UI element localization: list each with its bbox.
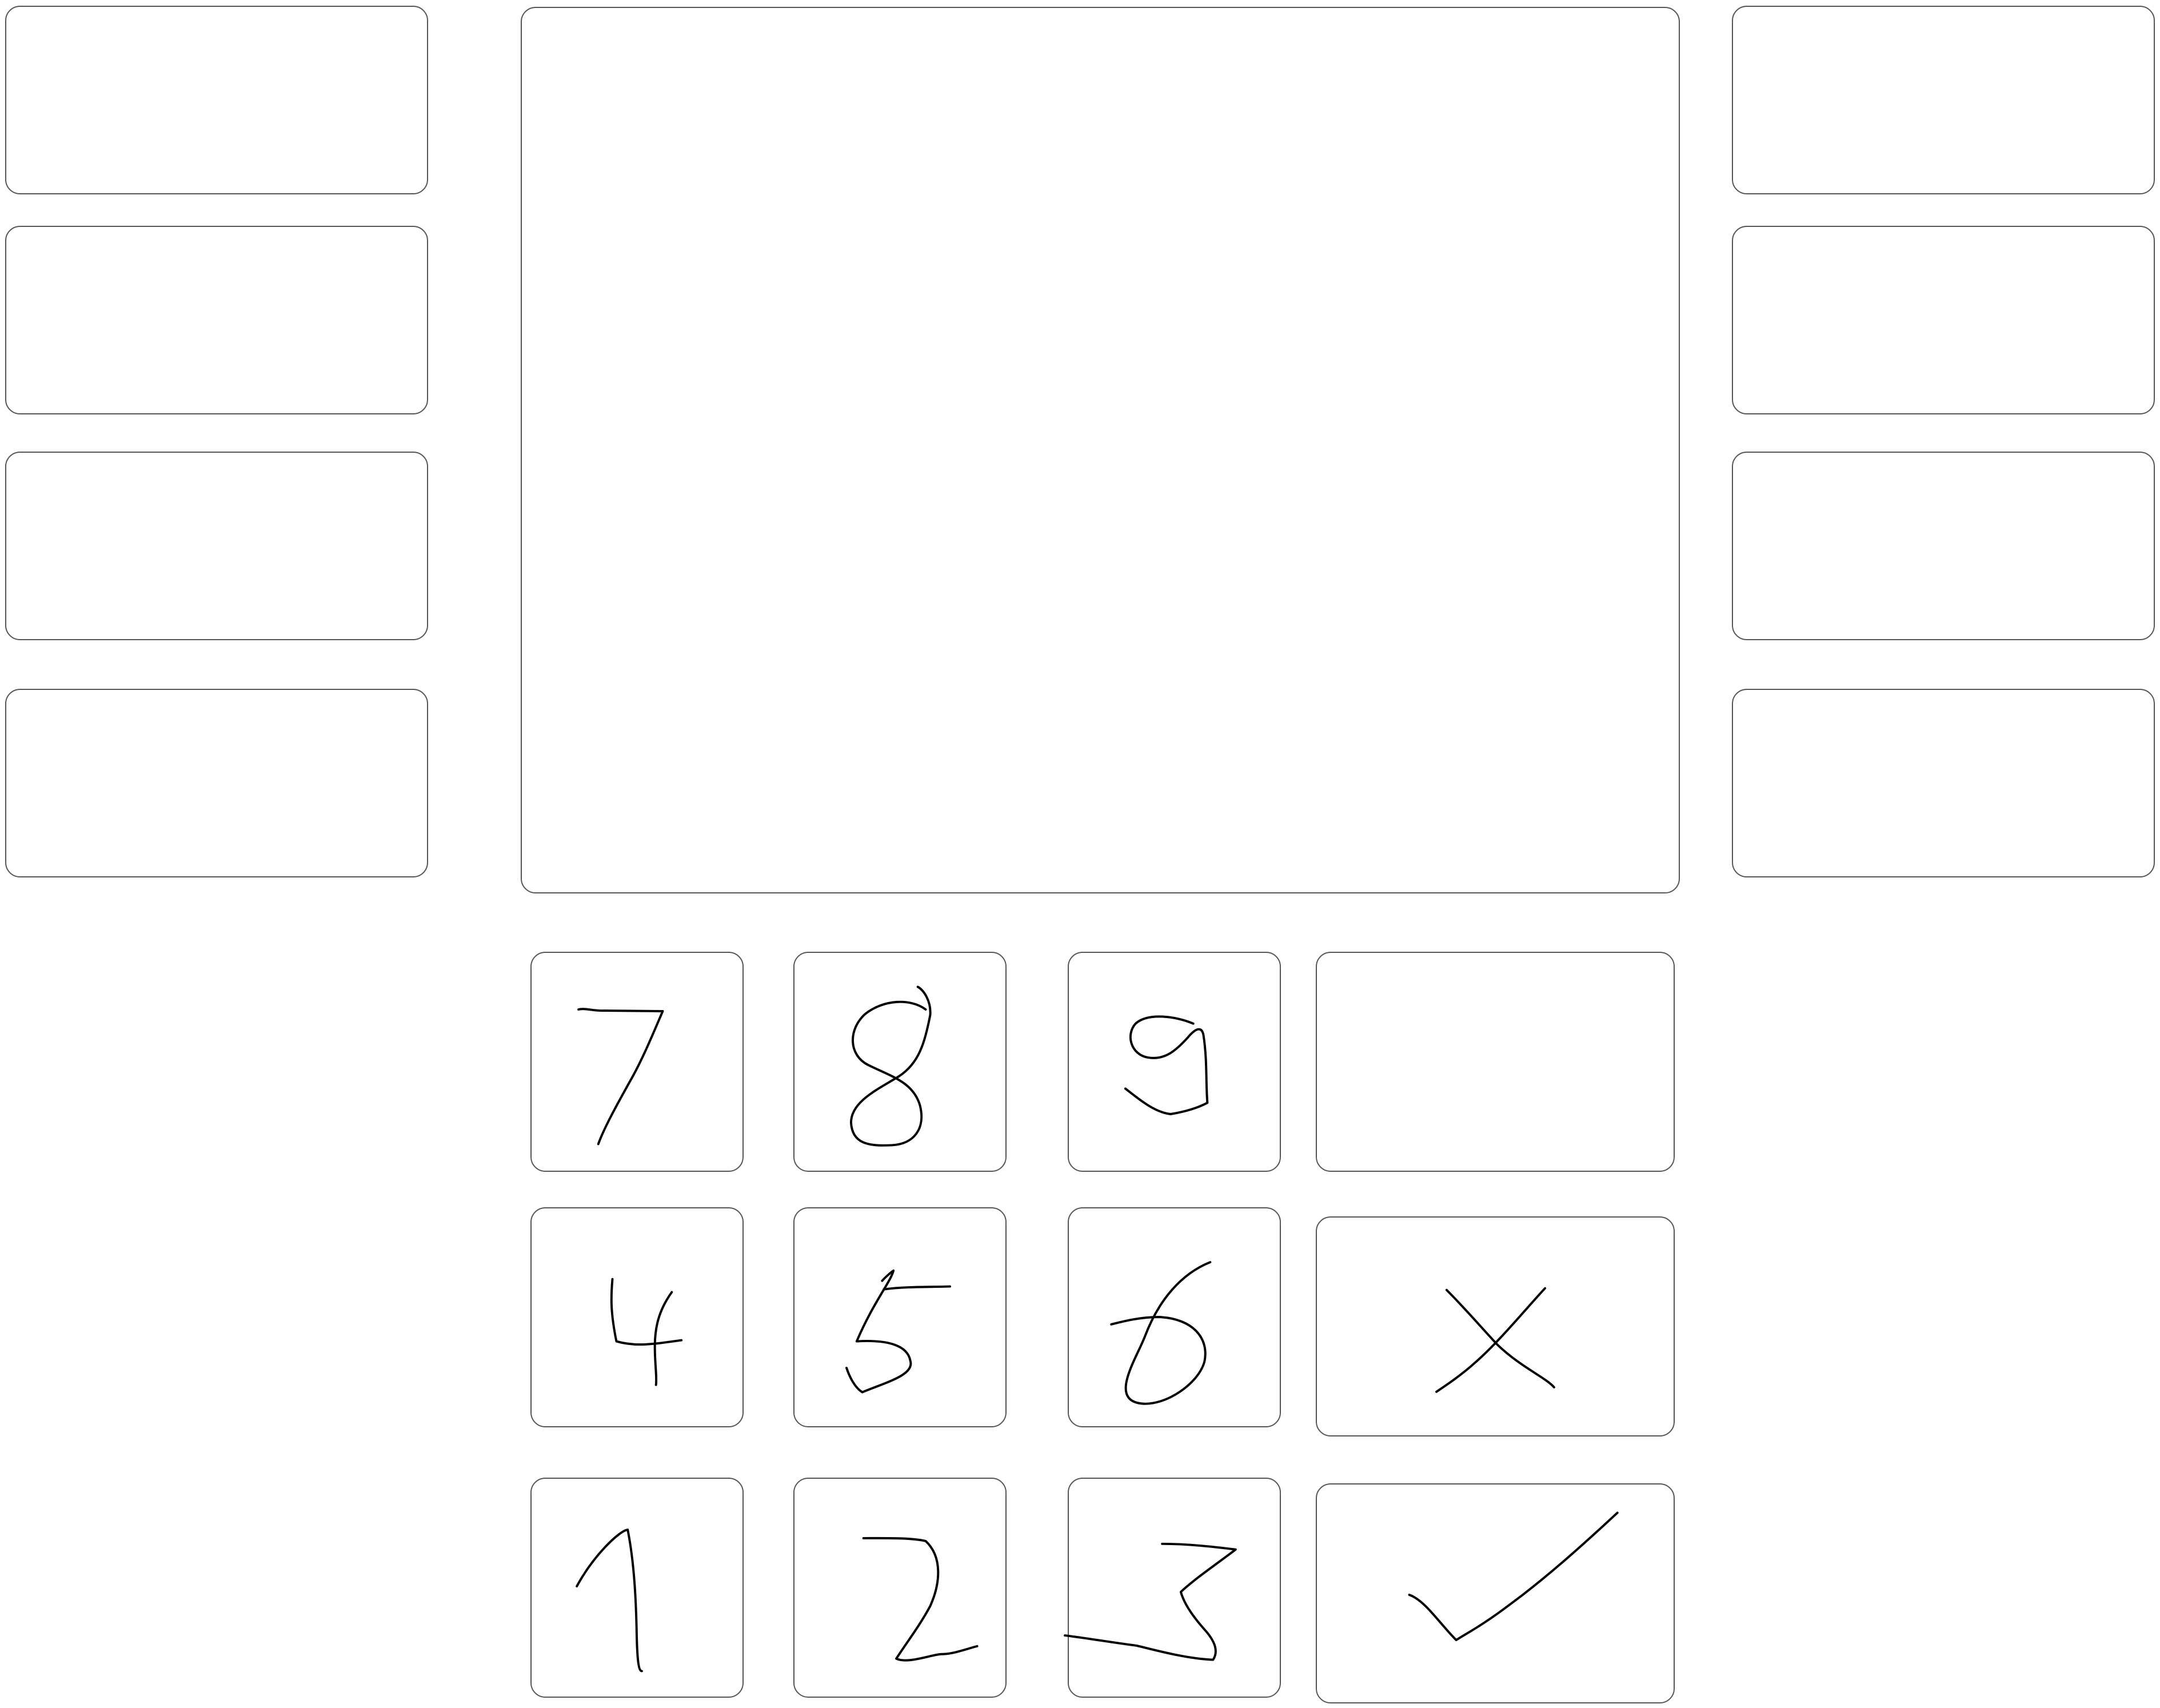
digit-9-glyph (1124, 1015, 1209, 1115)
key-2[interactable]: 2 (793, 1478, 1007, 1698)
left-function-button-4[interactable] (5, 689, 428, 877)
key-4[interactable]: 4 (530, 1207, 744, 1427)
right-function-button-2-label (1733, 227, 1734, 228)
left-function-button-4-label (6, 690, 7, 691)
x-icon (1435, 1287, 1555, 1393)
right-function-button-3[interactable] (1732, 452, 2155, 640)
digit-5-glyph (845, 1269, 952, 1394)
blank-key[interactable] (1316, 952, 1675, 1172)
right-function-button-4-label (1733, 690, 1734, 691)
left-function-button-2-label (6, 227, 7, 228)
main-display-screen (521, 7, 1680, 893)
right-function-button-4[interactable] (1732, 689, 2155, 877)
cancel-key[interactable] (1316, 1216, 1675, 1436)
left-function-button-2[interactable] (5, 226, 428, 414)
confirm-key[interactable] (1316, 1483, 1675, 1703)
right-function-button-2[interactable] (1732, 226, 2155, 414)
key-9[interactable]: 9 (1068, 952, 1281, 1172)
key-7[interactable]: 7 (530, 952, 744, 1172)
digit-7-glyph (577, 1008, 664, 1146)
left-function-button-3[interactable] (5, 452, 428, 640)
left-function-button-1[interactable] (5, 6, 428, 194)
digit-3-glyph (1064, 1542, 1237, 1661)
checkmark-icon (1408, 1511, 1619, 1642)
digit-6-glyph (1110, 1261, 1212, 1405)
digit-4-glyph (610, 1278, 683, 1386)
key-8[interactable]: 8 (793, 952, 1007, 1172)
digit-1-glyph (576, 1529, 643, 1673)
key-5[interactable]: 5 (793, 1207, 1007, 1427)
digit-8-glyph (849, 985, 932, 1147)
key-3[interactable]: 3 (1064, 1478, 1281, 1698)
digit-2-glyph (862, 1537, 979, 1662)
key-1[interactable]: 1 (530, 1478, 744, 1698)
key-6[interactable]: 6 (1068, 1207, 1281, 1427)
right-function-button-1[interactable] (1732, 6, 2155, 194)
